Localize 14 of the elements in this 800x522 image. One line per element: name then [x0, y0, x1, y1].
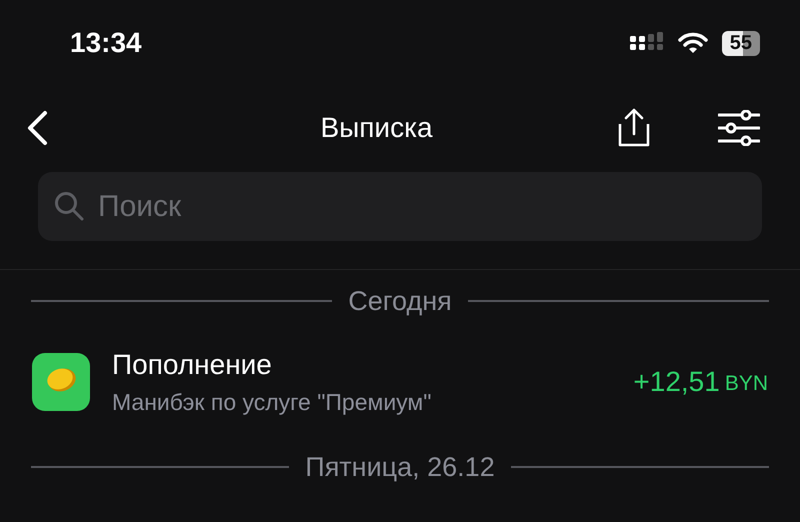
back-icon[interactable] — [25, 110, 49, 146]
transaction-description: Манибэк по услуге "Премиум" — [112, 388, 432, 416]
transaction-amount: +12,51 — [633, 366, 720, 398]
section-date: Пятница, 26.12 — [305, 452, 495, 482]
coin-icon — [32, 353, 90, 411]
currency-label: BYN — [724, 372, 768, 396]
search-field[interactable]: Поиск — [38, 172, 762, 241]
transaction-title: Пополнение — [112, 348, 273, 380]
wifi-icon — [678, 32, 708, 54]
battery-indicator: 55 — [722, 30, 760, 56]
section-date: Сегодня — [348, 286, 452, 316]
screen-title: Выписка — [319, 112, 434, 144]
status-time: 13:34 — [70, 27, 143, 59]
filter-icon[interactable] — [718, 110, 760, 146]
